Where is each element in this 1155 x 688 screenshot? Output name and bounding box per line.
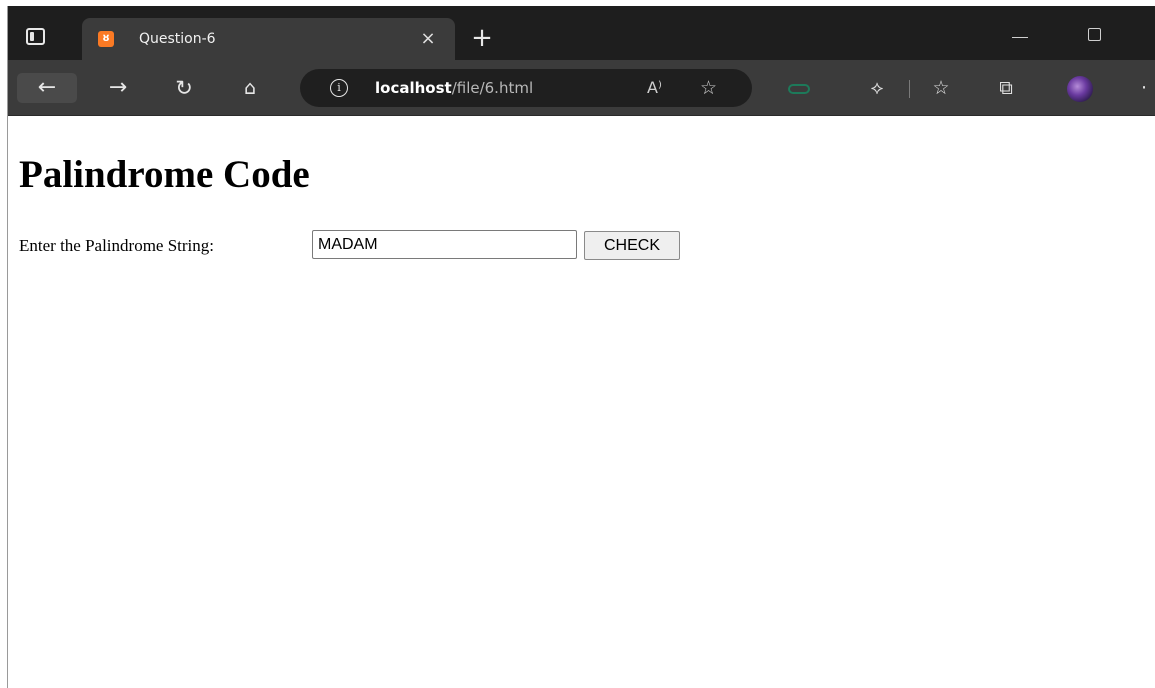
profile-avatar-icon[interactable] (1067, 76, 1093, 102)
palindrome-string-input[interactable] (312, 230, 577, 259)
xampp-favicon-icon: ȣ (98, 31, 114, 47)
favorites-icon[interactable]: ☆ (926, 73, 956, 103)
green-extension-icon[interactable] (788, 84, 810, 94)
new-tab-button[interactable]: + (468, 24, 496, 52)
read-aloud-icon[interactable]: A⁾ (647, 78, 662, 98)
tab-question-6[interactable]: ȣ Question-6 × (82, 18, 455, 60)
tab-strip: ȣ Question-6 × + (8, 6, 1155, 60)
add-favorite-icon[interactable]: ☆ (700, 77, 717, 99)
maximize-window-icon[interactable] (1088, 28, 1101, 41)
close-tab-icon[interactable]: × (418, 29, 438, 49)
extensions-icon[interactable]: ⟡ (862, 73, 892, 103)
page-content: Palindrome Code Enter the Palindrome Str… (8, 116, 1155, 688)
back-button[interactable]: ← (17, 73, 77, 103)
page-title: Palindrome Code (19, 153, 310, 196)
address-bar[interactable]: i localhost/file/6.html A⁾ ☆ (300, 69, 752, 107)
collections-icon[interactable]: ⧉ (991, 73, 1021, 103)
tab-actions-icon[interactable] (26, 28, 45, 45)
toolbar-divider (909, 80, 910, 98)
url-path: /file/6.html (451, 79, 534, 97)
url-host: localhost (375, 79, 452, 97)
minimize-window-icon[interactable] (1012, 37, 1028, 38)
reload-button[interactable]: ↻ (168, 73, 200, 103)
url-text[interactable]: localhost/file/6.html (375, 78, 533, 98)
home-button[interactable]: ⌂ (234, 73, 266, 103)
browser-toolbar: ← → ↻ ⌂ i localhost/file/6.html A⁾ ☆ ⟡ ☆… (8, 60, 1155, 116)
site-info-icon[interactable]: i (330, 79, 348, 97)
browser-window: ȣ Question-6 × + ← → ↻ ⌂ i localhost/fil… (7, 6, 1155, 688)
tab-title: Question-6 (139, 31, 216, 47)
more-options-icon[interactable]: · (1141, 73, 1155, 103)
forward-button[interactable]: → (102, 73, 134, 103)
check-button[interactable]: CHECK (584, 231, 680, 260)
string-label: Enter the Palindrome String: (19, 236, 214, 255)
